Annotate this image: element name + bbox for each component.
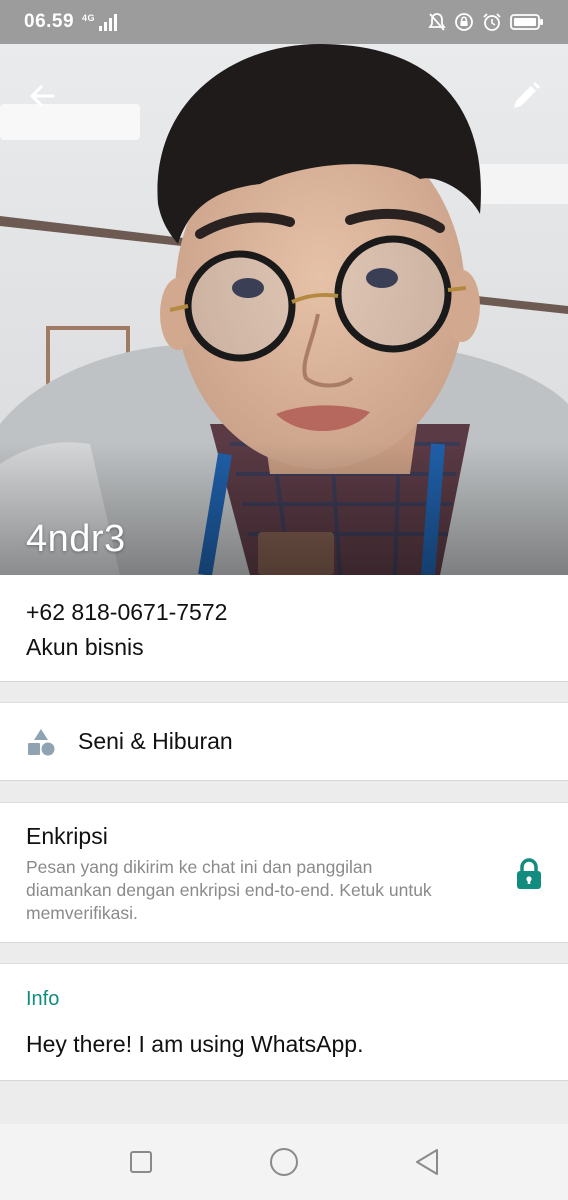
system-nav-bar [0,1124,568,1200]
encryption-row[interactable]: Enkripsi Pesan yang dikirim ke chat ini … [0,802,568,943]
status-bar: 06.59 4G [0,0,568,44]
home-circle-icon [269,1148,298,1176]
contact-info-screen: 06.59 4G 4ndr3 +62 818-0671-7572 Akun bi… [0,0,568,1200]
phone-card[interactable]: +62 818-0671-7572 Akun bisnis [0,575,568,682]
network-type: 4G [82,13,96,23]
recents-square-icon [130,1151,153,1173]
category-row[interactable]: Seni & Hiburan [0,702,568,781]
account-type: Akun bisnis [26,634,144,660]
phone-number[interactable]: +62 818-0671-7572 [26,599,542,626]
back-triangle-icon [415,1149,438,1175]
encryption-description: Pesan yang dikirim ke chat ini dan pangg… [26,857,432,923]
recents-button[interactable] [117,1138,165,1186]
info-card: Info Hey there! I am using WhatsApp. [0,963,568,1081]
signal-icon: 4G [82,13,118,31]
encryption-title: Enkripsi [26,823,108,849]
status-time: 06.59 [24,11,75,32]
category-label: Seni & Hiburan [78,728,233,754]
category-shapes-icon [28,728,55,755]
profile-name: 4ndr3 [26,518,126,560]
data-saver-icon [455,13,473,31]
back-button[interactable] [18,72,66,120]
arrow-back-icon [30,85,55,107]
about-text: Hey there! I am using WhatsApp. [26,1031,364,1057]
mute-icon [428,13,446,31]
nav-back-button[interactable] [403,1138,451,1186]
status-left: 06.59 4G [24,11,118,33]
pencil-icon [514,82,540,108]
battery-icon [510,14,543,30]
lock-icon [517,858,541,889]
profile-portrait [0,44,568,575]
status-icons [428,12,544,32]
info-title: Info [26,988,60,1010]
home-button[interactable] [260,1138,308,1186]
profile-photo[interactable]: 4ndr3 [0,44,568,575]
edit-button[interactable] [502,72,550,120]
alarm-icon [483,13,501,31]
